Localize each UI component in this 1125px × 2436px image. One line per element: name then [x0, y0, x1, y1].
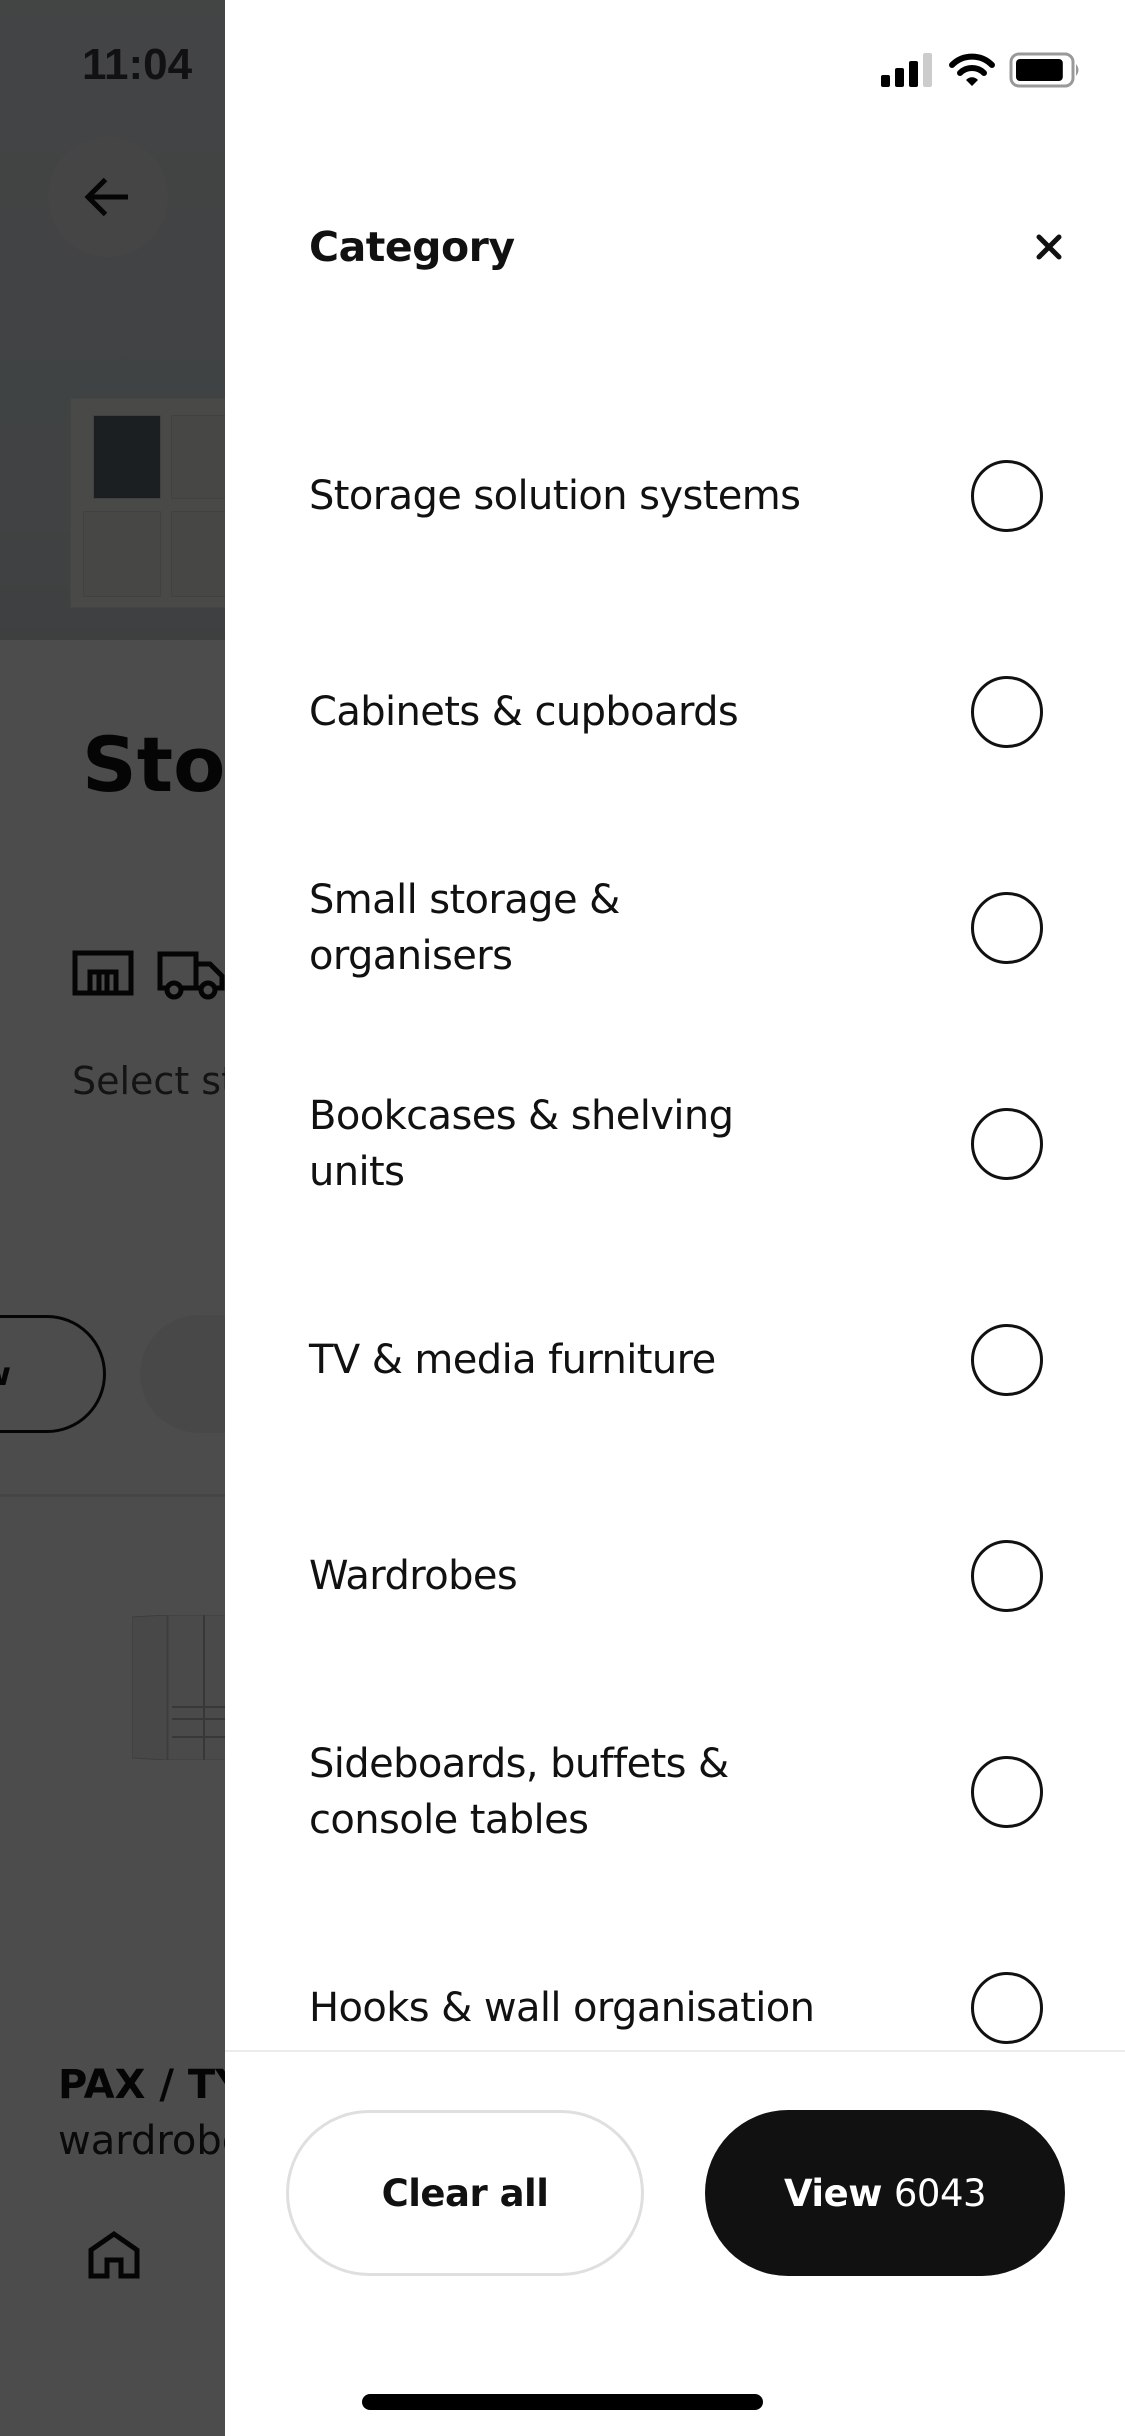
category-list: Storage solution systems Cabinets & cupb… — [225, 388, 1125, 2051]
cellular-signal-icon — [881, 53, 932, 87]
category-item[interactable]: TV & media furniture — [225, 1252, 1125, 1468]
category-item[interactable]: Cabinets & cupboards — [225, 604, 1125, 820]
radio-button[interactable] — [971, 1108, 1043, 1180]
category-item[interactable]: Storage solution systems — [225, 388, 1125, 604]
close-icon — [1036, 234, 1062, 260]
radio-button[interactable] — [971, 1324, 1043, 1396]
battery-icon — [1009, 52, 1079, 88]
status-time: 11:04 — [82, 40, 193, 89]
category-label: TV & media furniture — [309, 1337, 716, 1383]
category-label: Hooks & wall organisation — [309, 1985, 815, 2031]
category-label: Cabinets & cupboards — [309, 689, 739, 735]
category-label: Storage solution systems — [309, 473, 801, 519]
result-count: 6043 — [893, 2171, 987, 2215]
category-item[interactable]: Wardrobes — [225, 1468, 1125, 1684]
category-item[interactable]: Hooks & wall organisation — [225, 1900, 1125, 2051]
radio-button[interactable] — [971, 1540, 1043, 1612]
category-label: Wardrobes — [309, 1553, 518, 1599]
view-results-button[interactable]: View 6043 — [705, 2110, 1065, 2276]
category-label: Sideboards, buffets & console tables — [309, 1741, 729, 1843]
wifi-icon — [949, 53, 995, 86]
category-item[interactable]: Bookcases & shelving units — [225, 1036, 1125, 1252]
radio-button[interactable] — [971, 1756, 1043, 1828]
radio-button[interactable] — [971, 1972, 1043, 2044]
radio-button[interactable] — [971, 892, 1043, 964]
radio-button[interactable] — [971, 676, 1043, 748]
category-item[interactable]: Small storage & organisers — [225, 820, 1125, 1036]
category-label: Bookcases & shelving units — [309, 1093, 734, 1195]
home-indicator[interactable] — [362, 2394, 763, 2410]
category-label: Small storage & organisers — [309, 877, 620, 979]
close-button[interactable] — [1021, 219, 1077, 275]
category-item[interactable]: Sideboards, buffets & console tables — [225, 1684, 1125, 1900]
category-filter-sheet: Category Storage solution systems Cabine… — [225, 0, 1125, 2436]
status-icons — [881, 52, 1083, 88]
view-label: View — [783, 2171, 882, 2215]
sheet-footer: Clear all View 6043 — [225, 2050, 1125, 2436]
radio-button[interactable] — [971, 460, 1043, 532]
sheet-header: Category — [309, 215, 1069, 279]
sheet-title: Category — [309, 223, 515, 271]
clear-all-button[interactable]: Clear all — [286, 2110, 644, 2276]
